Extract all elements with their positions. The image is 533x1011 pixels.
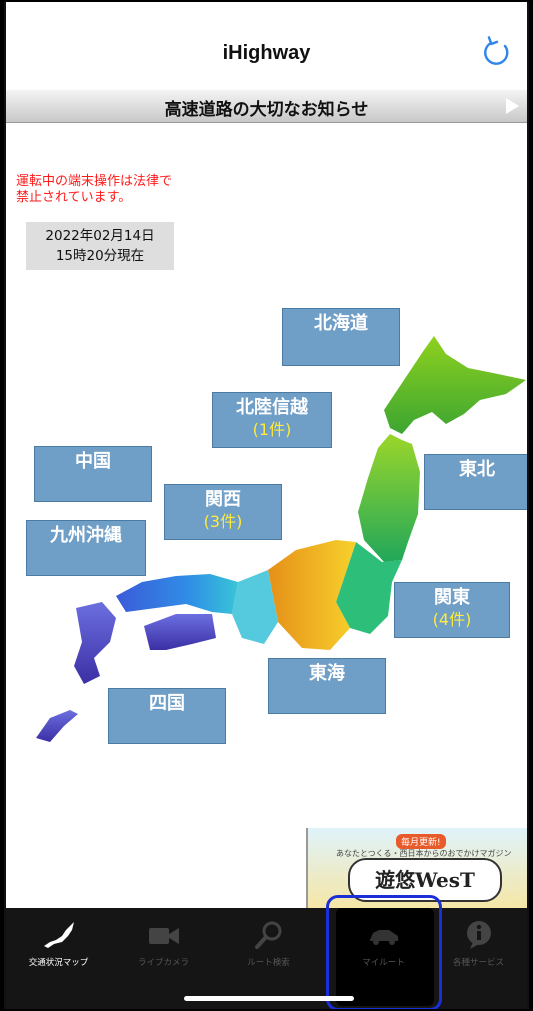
info-icon [467,921,491,949]
tab-label: ライブカメラ [137,958,189,968]
region-kanto-button[interactable]: 関東 (4件) [394,582,510,638]
tab-traffic-map[interactable]: 交通状況マップ [6,908,111,988]
app-screen: iHighway 高速道路の大切なお知らせ 運転中の端末操作は法律で 禁止されて… [4,2,529,1009]
region-kansai-count: (3件) [203,512,243,531]
region-chugoku-button[interactable]: 中国 [34,446,152,502]
region-kanto-count: (4件) [432,610,472,629]
okinawa-shape [36,710,78,742]
shikoku-shape [144,614,216,650]
japan-map-icon [44,922,74,948]
region-tohoku-label: 東北 [459,459,495,480]
tohoku-shape [358,434,420,562]
selected-tab-highlight [326,895,442,1009]
region-hokkaido-button[interactable]: 北海道 [282,308,400,366]
hokkaido-shape [384,336,526,434]
region-kansai-label: 関西 [205,489,241,510]
region-tohoku-button[interactable]: 東北 [424,454,527,510]
region-hokuriku-count: (1件) [252,420,292,439]
chugoku-shape [116,574,238,614]
region-kanto-label: 関東 [434,587,470,608]
region-chugoku-label: 中国 [75,451,111,472]
region-shikoku-label: 四国 [149,693,185,714]
region-hokuriku-label: 北陸信越 [236,397,308,418]
region-kyushu-button[interactable]: 九州沖縄 [26,520,146,576]
region-tokai-label: 東海 [309,663,345,684]
tab-label: ルート検索 [247,958,290,968]
banner-tag: 毎月更新! [396,834,446,849]
region-hokkaido-label: 北海道 [314,313,368,334]
tab-live-camera[interactable]: ライブカメラ [111,908,216,988]
kyushu-shape [74,602,116,684]
region-kansai-button[interactable]: 関西 (3件) [164,484,282,540]
tab-route-search[interactable]: ルート検索 [216,908,321,988]
region-hokuriku-button[interactable]: 北陸信越 (1件) [212,392,332,448]
region-tokai-button[interactable]: 東海 [268,658,386,714]
region-kyushu-label: 九州沖縄 [50,525,122,546]
tab-label: 交通状況マップ [28,958,89,968]
search-icon [255,921,282,949]
video-camera-icon [149,928,179,944]
home-indicator [184,996,354,1001]
region-shikoku-button[interactable]: 四国 [108,688,226,744]
